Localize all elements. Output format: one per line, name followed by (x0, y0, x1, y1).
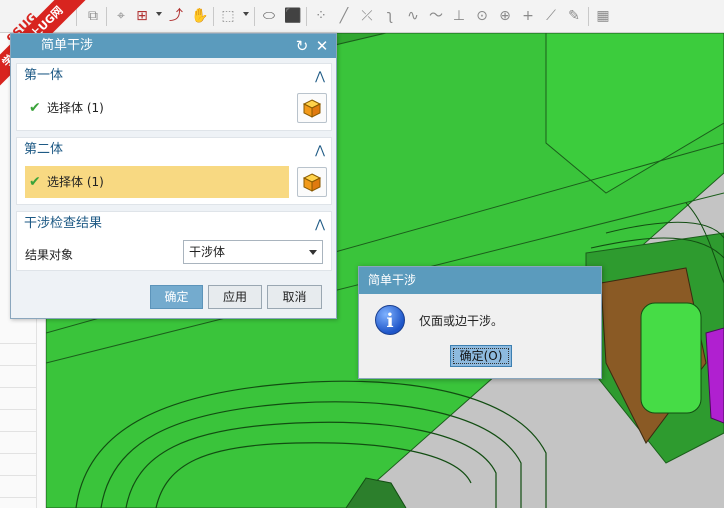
reset-icon[interactable]: ↻ (294, 38, 310, 54)
select-body-1-button[interactable] (297, 93, 327, 123)
point-select-icon[interactable]: ⊞ (134, 8, 150, 24)
check-icon: ✔ (29, 100, 41, 116)
center-icon[interactable]: ⊕ (497, 8, 513, 24)
curve-icon[interactable]: ʅ (382, 8, 398, 24)
point-select-dropdown[interactable] (156, 12, 162, 16)
section-title: 第一体 (24, 68, 64, 83)
strip-row (0, 409, 36, 410)
message-text: 仅面或边干涉。 (419, 314, 504, 328)
section-title: 干涉检查结果 (24, 216, 103, 231)
box-select-dropdown[interactable] (243, 12, 249, 16)
section-header[interactable]: 干涉检查结果 ⋀ (17, 212, 331, 236)
message-ok-button[interactable]: 确定(O) (450, 345, 512, 367)
section-header[interactable]: 第一体 ⋀ (17, 64, 331, 88)
box-select-icon[interactable]: ⬚ (220, 8, 236, 24)
interference-message-box: 简单干涉 i 仅面或边干涉。 确定(O) (358, 266, 602, 379)
strip-row (0, 475, 36, 476)
select-body-2-button[interactable] (297, 167, 327, 197)
edit-icon[interactable]: ✎ (566, 8, 582, 24)
second-body-section: 第二体 ⋀ ✔ 选择体 (1) (16, 137, 332, 205)
route-icon[interactable]: ⤴ (168, 8, 184, 24)
toolbar-separator (213, 7, 214, 26)
apply-button[interactable]: 应用 (208, 285, 262, 309)
hand-icon[interactable]: ✋ (191, 8, 208, 24)
line-icon[interactable]: ╱ (336, 8, 352, 24)
strip-row (0, 365, 36, 366)
snap-icon[interactable]: ⌖ (113, 8, 129, 24)
check-icon: ✔ (29, 174, 41, 190)
toolbar-separator (588, 7, 589, 26)
first-body-section: 第一体 ⋀ ✔ 选择体 (1) (16, 63, 332, 131)
close-icon[interactable]: ✕ (314, 38, 330, 54)
simple-interference-dialog: 简单干涉 ↻ ✕ 第一体 ⋀ ✔ 选择体 (1) 第二体 ⋀ ✔ 选择体 (1) (10, 33, 337, 319)
strip-row (0, 387, 36, 388)
slash-icon[interactable]: ⟋ (543, 8, 559, 24)
select-label: 选择体 (1) (47, 175, 104, 189)
shaded-solid-icon[interactable]: ⬭ (261, 8, 277, 24)
tangent-icon[interactable]: ⊥ (451, 8, 467, 24)
graphics-toolbar: ⧉ ⌖ ⊞ ⤴ ✋ ⬚ ⬭ ⬛ ⁘ ╱ ⤫ ʅ ∿ 〜 ⊥ ⊙ ⊕ + ⟋ ✎ … (0, 0, 724, 33)
strip-row (0, 497, 36, 498)
collapse-icon[interactable]: ⋀ (315, 64, 325, 88)
wave-icon[interactable]: 〜 (428, 8, 444, 24)
result-object-select[interactable]: 干涉体 (183, 240, 323, 264)
dialog-title: 简单干涉 (41, 38, 94, 53)
spline-icon[interactable]: ∿ (405, 8, 421, 24)
strip-row (0, 453, 36, 454)
chevron-down-icon (309, 250, 317, 255)
info-icon: i (375, 305, 405, 335)
section-header[interactable]: 第二体 ⋀ (17, 138, 331, 162)
cross-line-icon[interactable]: ⤫ (359, 8, 375, 24)
cube-icon (302, 173, 322, 192)
dialog-title-bar[interactable]: 简单干涉 ↻ ✕ (11, 34, 336, 58)
collapse-icon[interactable]: ⋀ (315, 212, 325, 236)
strip-row (0, 343, 36, 344)
ok-button[interactable]: 确定 (150, 285, 203, 309)
cancel-button[interactable]: 取消 (267, 285, 322, 309)
select-body-1[interactable]: ✔ 选择体 (1) (25, 92, 289, 124)
message-title-bar[interactable]: 简单干涉 (359, 267, 601, 294)
toolbar-separator (106, 7, 107, 26)
section-title: 第二体 (24, 142, 64, 157)
toolbar-separator (306, 7, 307, 26)
plus-icon[interactable]: + (520, 8, 536, 24)
select-label: 选择体 (1) (47, 101, 104, 115)
toolbar-separator (254, 7, 255, 26)
result-object-value: 干涉体 (189, 245, 226, 259)
grid-icon[interactable]: ▦ (595, 8, 611, 24)
select-body-2[interactable]: ✔ 选择体 (1) (25, 166, 289, 198)
point-cloud-icon[interactable]: ⁘ (313, 8, 329, 24)
strip-row (0, 431, 36, 432)
interference-result-section: 干涉检查结果 ⋀ 结果对象 干涉体 (16, 211, 332, 271)
cube-icon[interactable]: ⬛ (284, 8, 301, 24)
circle-point-icon[interactable]: ⊙ (474, 8, 490, 24)
collapse-icon[interactable]: ⋀ (315, 138, 325, 162)
result-object-label: 结果对象 (25, 248, 74, 262)
cube-icon (302, 99, 322, 118)
